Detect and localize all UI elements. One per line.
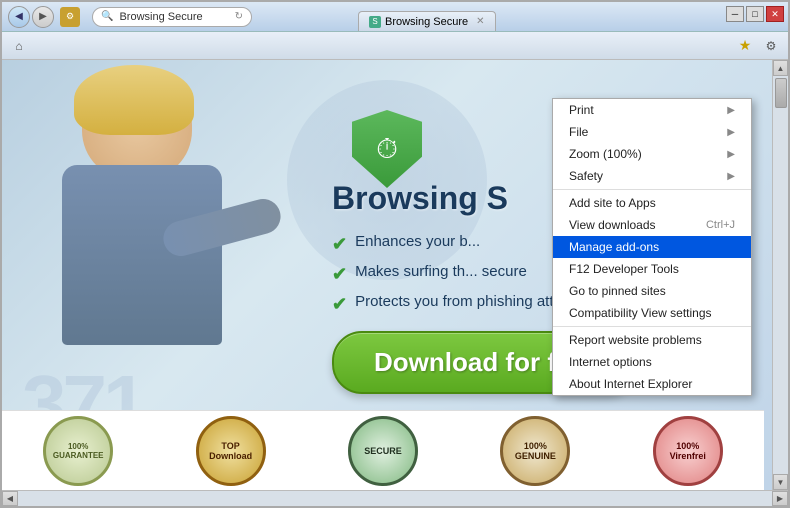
scroll-track-h[interactable] <box>18 491 772 506</box>
menu-item-print[interactable]: Print ▶ <box>553 99 751 121</box>
minimize-button[interactable]: ─ <box>726 6 744 22</box>
badge-virusfrei: 100%Virenfrei <box>653 416 723 486</box>
badges-bar: 100%GUARANTEE TOPDownload SECURE 100%GEN… <box>2 410 764 490</box>
vertical-scrollbar[interactable]: ▲ ▼ <box>772 60 788 490</box>
settings-button[interactable]: ⚙ <box>760 35 782 57</box>
menu-item-zoom[interactable]: Zoom (100%) ▶ <box>553 143 751 165</box>
feature-text-2: Makes surfing th... secure <box>355 263 527 280</box>
menu-item-pinned-sites[interactable]: Go to pinned sites <box>553 280 751 302</box>
menu-item-add-site[interactable]: Add site to Apps <box>553 192 751 214</box>
badge-guarantee-label: 100%GUARANTEE <box>53 442 104 460</box>
address-bar[interactable]: 🔍 Browsing Secure ↻ <box>92 7 252 27</box>
refresh-icon[interactable]: ↻ <box>235 11 243 22</box>
badge-secure: SECURE <box>348 416 418 486</box>
menu-print-arrow: ▶ <box>727 105 735 116</box>
menu-file-arrow: ▶ <box>727 127 735 138</box>
active-tab[interactable]: S Browsing Secure ✕ <box>358 11 496 31</box>
menu-about-ie-label: About Internet Explorer <box>569 377 692 391</box>
context-menu: Print ▶ File ▶ Zoom (100%) ▶ Safety ▶ A <box>552 98 752 396</box>
menu-safety-label: Safety <box>569 169 603 183</box>
badge-guarantee: 100%GUARANTEE <box>43 416 113 486</box>
address-text: Browsing Secure <box>119 11 228 23</box>
menu-separator-1 <box>553 189 751 190</box>
menu-file-label: File <box>569 125 588 139</box>
menu-item-view-downloads[interactable]: View downloads Ctrl+J <box>553 214 751 236</box>
favorites-button[interactable]: ★ <box>734 35 756 57</box>
menu-item-manage-addons[interactable]: Manage add-ons <box>553 236 751 258</box>
menu-internet-options-label: Internet options <box>569 355 652 369</box>
menu-report-problems-label: Report website problems <box>569 333 702 347</box>
menu-item-safety[interactable]: Safety ▶ <box>553 165 751 187</box>
menu-zoom-label: Zoom (100%) <box>569 147 642 161</box>
menu-view-downloads-label: View downloads <box>569 218 656 232</box>
checkmark-icon-3: ✔ <box>332 294 347 315</box>
scroll-left-button[interactable]: ◀ <box>2 491 18 506</box>
badge-virusfrei-label: 100%Virenfrei <box>670 441 706 461</box>
feature-text-3: Protects you from phishing attacts <box>355 293 581 310</box>
menu-item-internet-options[interactable]: Internet options <box>553 351 751 373</box>
security-icon: ⚙ <box>60 7 80 27</box>
tab-bar: S Browsing Secure ✕ <box>352 11 502 31</box>
forward-button[interactable]: ▶ <box>32 6 54 28</box>
window-controls: ─ □ ✕ <box>726 6 784 22</box>
menu-manage-addons-label: Manage add-ons <box>569 240 659 254</box>
menu-compat-view-label: Compatibility View settings <box>569 306 712 320</box>
checkmark-icon-1: ✔ <box>332 234 347 255</box>
menu-item-dev-tools[interactable]: F12 Developer Tools <box>553 258 751 280</box>
menu-safety-arrow: ▶ <box>727 171 735 182</box>
tab-favicon: S <box>369 16 381 28</box>
search-icon: 🔍 <box>101 11 113 22</box>
tab-close-button[interactable]: ✕ <box>476 16 484 27</box>
badge-genuine: 100%GENUINE <box>500 416 570 486</box>
badge-secure-label: SECURE <box>364 446 402 456</box>
person-silhouette <box>2 60 312 410</box>
feature-text-1: Enhances your b... <box>355 233 480 250</box>
scroll-up-button[interactable]: ▲ <box>773 60 788 76</box>
badge-top-label: TOPDownload <box>209 441 252 461</box>
menu-item-report-problems[interactable]: Report website problems <box>553 329 751 351</box>
horizontal-scrollbar[interactable]: ◀ ▶ <box>2 490 788 506</box>
menu-view-downloads-shortcut: Ctrl+J <box>706 219 735 231</box>
menu-item-compat-view[interactable]: Compatibility View settings <box>553 302 751 324</box>
main-content: 371 ⏱ <box>2 60 772 490</box>
checkmark-icon-2: ✔ <box>332 264 347 285</box>
scroll-thumb[interactable] <box>775 78 787 108</box>
menu-zoom-arrow: ▶ <box>727 149 735 160</box>
address-icons: ↻ <box>235 11 243 22</box>
toolbar: ⌂ ★ ⚙ <box>2 32 788 60</box>
badge-top-download: TOPDownload <box>196 416 266 486</box>
nav-buttons: ◀ ▶ ⚙ 🔍 Browsing Secure ↻ <box>8 6 258 28</box>
scroll-track[interactable] <box>773 76 788 474</box>
badge-genuine-label: 100%GENUINE <box>515 441 556 461</box>
menu-item-file[interactable]: File ▶ <box>553 121 751 143</box>
menu-pinned-sites-label: Go to pinned sites <box>569 284 666 298</box>
title-bar: ◀ ▶ ⚙ 🔍 Browsing Secure ↻ S Browsing Sec… <box>2 2 788 32</box>
tab-title: Browsing Secure <box>385 16 468 28</box>
browser-body: 371 ⏱ <box>2 60 788 490</box>
menu-separator-2 <box>553 326 751 327</box>
menu-item-about-ie[interactable]: About Internet Explorer <box>553 373 751 395</box>
close-button[interactable]: ✕ <box>766 6 784 22</box>
maximize-button[interactable]: □ <box>746 6 764 22</box>
scroll-right-button[interactable]: ▶ <box>772 491 788 506</box>
back-button[interactable]: ◀ <box>8 6 30 28</box>
browser-window: ◀ ▶ ⚙ 🔍 Browsing Secure ↻ S Browsing Sec… <box>0 0 790 508</box>
home-button[interactable]: ⌂ <box>8 35 30 57</box>
scroll-down-button[interactable]: ▼ <box>773 474 788 490</box>
menu-print-label: Print <box>569 103 594 117</box>
menu-add-site-label: Add site to Apps <box>569 196 656 210</box>
menu-dev-tools-label: F12 Developer Tools <box>569 262 679 276</box>
